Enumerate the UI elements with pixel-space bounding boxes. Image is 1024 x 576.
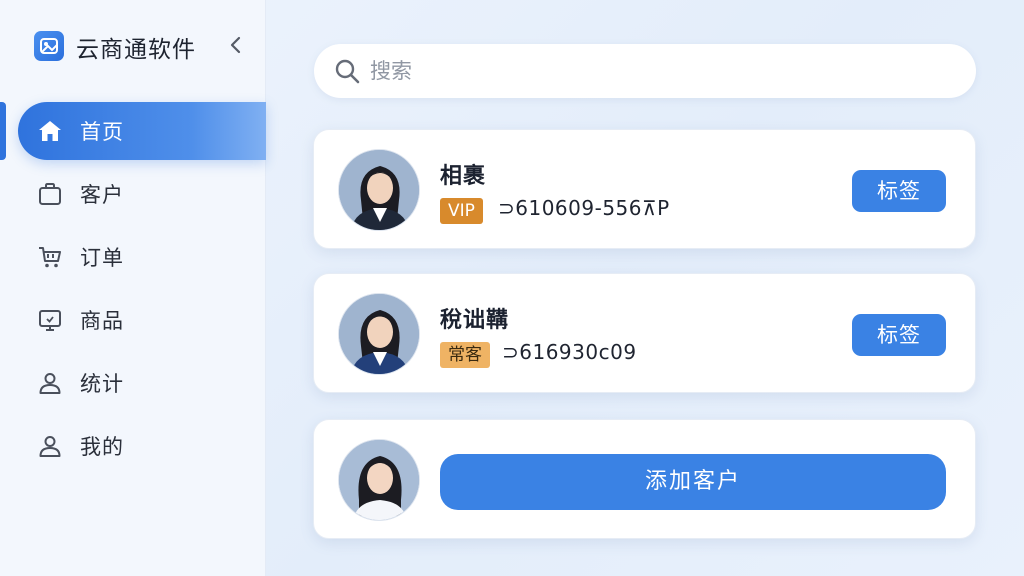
sidebar-item-label: 商品 — [80, 309, 124, 333]
user-icon — [36, 369, 64, 397]
sidebar-item-products[interactable]: 商品 — [0, 289, 266, 349]
home-icon — [36, 117, 64, 145]
status-badge: 常客 — [440, 342, 490, 368]
chevron-left-icon — [230, 36, 241, 54]
add-customer-button[interactable]: 添加客户 — [440, 454, 946, 510]
app-title: 云商通软件 — [76, 37, 196, 63]
search-input[interactable] — [370, 54, 950, 88]
sidebar-item-customers[interactable]: 客户 — [0, 163, 266, 223]
sidebar-nav: 首页 客户 订单 商品 统计 我的 — [0, 100, 266, 478]
add-customer-card: 添加客户 — [313, 419, 976, 539]
search-icon — [335, 59, 360, 84]
sidebar-item-home[interactable]: 首页 — [0, 100, 266, 160]
avatar — [338, 439, 420, 521]
customer-card[interactable]: 稅诎鞲 常客 ⊃616930c09 标签 — [313, 273, 976, 393]
customer-card[interactable]: 相裹 VIP ⊃610609-556⊼P 标签 — [313, 129, 976, 249]
sidebar-item-label: 订单 — [80, 246, 124, 270]
app-window: 云商通软件 首页 客户 订单 商品 统计 我的 搜索 相裹 VIP ⊃61060… — [0, 0, 1024, 576]
tag-button[interactable]: 标签 — [852, 170, 946, 212]
customer-phone: ⊃616930c09 — [502, 340, 637, 364]
brand-header: 云商通软件 — [0, 0, 266, 84]
customer-name: 稅诎鞲 — [440, 308, 510, 333]
customer-phone: ⊃610609-556⊼P — [498, 196, 670, 220]
avatar — [338, 293, 420, 375]
sidebar-item-label: 客户 — [80, 183, 124, 207]
status-badge: VIP — [440, 198, 483, 224]
app-logo-icon — [34, 31, 64, 61]
user-icon — [36, 432, 64, 460]
sidebar-item-label: 统计 — [80, 372, 124, 396]
sidebar-item-statistics[interactable]: 统计 — [0, 352, 266, 412]
sidebar-item-label: 我的 — [80, 435, 124, 459]
search-bar — [314, 44, 976, 98]
customer-name: 相裹 — [440, 164, 487, 189]
avatar — [338, 149, 420, 231]
sidebar-item-orders[interactable]: 订单 — [0, 226, 266, 286]
cart-icon — [36, 243, 64, 271]
sidebar-item-label: 首页 — [80, 120, 124, 144]
monitor-icon — [36, 306, 64, 334]
sidebar: 云商通软件 首页 客户 订单 商品 统计 我的 — [0, 0, 266, 576]
sidebar-item-mine[interactable]: 我的 — [0, 415, 266, 475]
collapse-sidebar-button[interactable] — [222, 30, 250, 60]
briefcase-icon — [36, 180, 64, 208]
tag-button[interactable]: 标签 — [852, 314, 946, 356]
